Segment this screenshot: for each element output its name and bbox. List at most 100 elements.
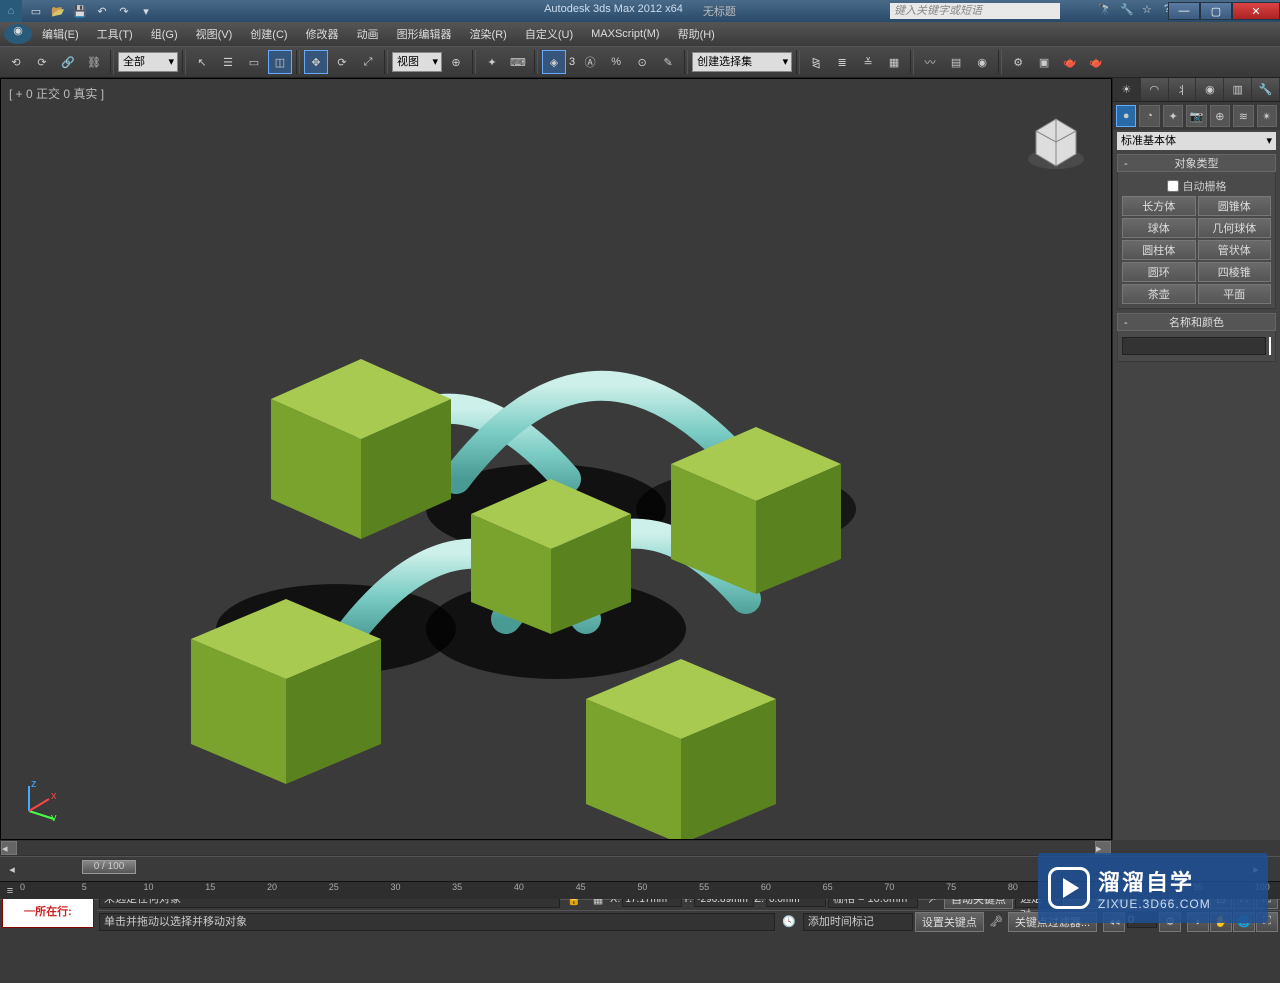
tab-create[interactable]: ☀ [1113, 78, 1141, 101]
scroll-left-button[interactable]: ◂ [1, 841, 17, 855]
subtab-cameras[interactable]: 📷 [1186, 105, 1206, 127]
rollout-head-namecolor[interactable]: 名称和颜色 [1117, 313, 1276, 331]
rendered-frame-button[interactable]: ▣ [1032, 50, 1056, 74]
redo-icon[interactable]: ↷ [116, 3, 132, 19]
object-color-swatch[interactable] [1269, 337, 1271, 355]
key-mode-icon[interactable]: 🗝 [984, 910, 1008, 934]
tab-motion[interactable]: ◉ [1196, 78, 1224, 101]
align-button[interactable]: ≣ [830, 50, 854, 74]
spinner-snap-button[interactable]: ⊙ [630, 50, 654, 74]
save-icon[interactable]: 💾 [72, 3, 88, 19]
menu-create[interactable]: 创建(C) [242, 23, 295, 45]
keyboard-shortcut-button[interactable]: ⌨ [506, 50, 530, 74]
use-pivot-center-button[interactable]: ⊕ [444, 50, 468, 74]
subtab-spacewarps[interactable]: ≋ [1233, 105, 1253, 127]
select-and-rotate-button[interactable]: ⟳ [330, 50, 354, 74]
select-and-move-button[interactable]: ✥ [304, 50, 328, 74]
menu-modifiers[interactable]: 修改器 [298, 23, 347, 45]
autogrid-checkbox[interactable] [1167, 180, 1179, 192]
material-editor-button[interactable]: ◉ [970, 50, 994, 74]
menu-tools[interactable]: 工具(T) [89, 23, 141, 45]
subtab-helpers[interactable]: ⊕ [1210, 105, 1230, 127]
snap-toggle-button[interactable]: ◈ [542, 50, 566, 74]
selection-filter-dropdown[interactable]: 全部 [118, 52, 178, 72]
prim-teapot[interactable]: 茶壶 [1122, 284, 1196, 304]
menu-edit[interactable]: 编辑(E) [34, 23, 87, 45]
layer-manager-button[interactable]: ≚ [856, 50, 880, 74]
select-rectangle-button[interactable]: ▭ [242, 50, 266, 74]
menu-grapheditors[interactable]: 图形编辑器 [389, 23, 460, 45]
percent-snap-button[interactable]: % [604, 50, 628, 74]
menu-rendering[interactable]: 渲染(R) [462, 23, 515, 45]
subtab-geometry[interactable]: ● [1116, 105, 1136, 127]
graphite-button[interactable]: ▦ [882, 50, 906, 74]
app-icon[interactable]: ⌂ [0, 0, 22, 22]
angle-snap-button[interactable]: Ⓐ [578, 50, 602, 74]
prim-geosphere[interactable]: 几何球体 [1198, 218, 1272, 238]
menu-maxscript[interactable]: MAXScript(M) [583, 25, 667, 43]
prim-pyramid[interactable]: 四棱锥 [1198, 262, 1272, 282]
tab-utilities[interactable]: 🔧 [1252, 78, 1280, 101]
viewport-scrollbar-h[interactable]: ◂ ▸ [0, 840, 1112, 856]
menu-animation[interactable]: 动画 [349, 23, 387, 45]
doc-name: 无标题 [703, 3, 736, 19]
curve-editor-button[interactable]: 〰 [918, 50, 942, 74]
category-dropdown[interactable]: 标准基本体 [1117, 132, 1276, 150]
add-time-tag[interactable]: 添加时间标记 [803, 913, 913, 931]
prim-cylinder[interactable]: 圆柱体 [1122, 240, 1196, 260]
tab-display[interactable]: ▥ [1224, 78, 1252, 101]
prim-plane[interactable]: 平面 [1198, 284, 1272, 304]
object-name-input[interactable] [1122, 337, 1266, 355]
unlink-button[interactable]: ⛓ [82, 50, 106, 74]
mirror-button[interactable]: ⧎ [804, 50, 828, 74]
close-button[interactable]: ✕ [1232, 2, 1280, 20]
star-icon[interactable]: ☆ [1142, 3, 1158, 19]
subtab-lights[interactable]: ✦ [1163, 105, 1183, 127]
select-and-scale-button[interactable]: ⤢ [356, 50, 380, 74]
subtab-shapes[interactable]: ◔ [1139, 105, 1159, 127]
qat-dropdown-icon[interactable]: ▾ [138, 3, 154, 19]
subtab-systems[interactable]: ✴ [1257, 105, 1277, 127]
render-iterative-button[interactable]: 🫖 [1084, 50, 1108, 74]
link-button[interactable]: 🔗 [56, 50, 80, 74]
redo-button[interactable]: ⟳ [30, 50, 54, 74]
binoculars-icon[interactable]: 🔭 [1098, 3, 1114, 19]
menu-group[interactable]: 组(G) [143, 23, 186, 45]
prim-torus[interactable]: 圆环 [1122, 262, 1196, 282]
select-by-name-button[interactable]: ☰ [216, 50, 240, 74]
viewport[interactable]: [ + 0 正交 0 真实 ] [0, 78, 1112, 840]
key-icon[interactable]: 🔧 [1120, 3, 1136, 19]
rollout-head-objtype[interactable]: 对象类型 [1117, 154, 1276, 172]
menu-customize[interactable]: 自定义(U) [517, 23, 581, 45]
tab-modify[interactable]: ◠ [1141, 78, 1169, 101]
minimize-button[interactable]: — [1168, 2, 1200, 20]
select-and-manipulate-button[interactable]: ✦ [480, 50, 504, 74]
time-slider-thumb[interactable]: 0 / 100 [82, 860, 136, 874]
reference-coord-dropdown[interactable]: 视图 [392, 52, 442, 72]
prim-cone[interactable]: 圆锥体 [1198, 196, 1272, 216]
render-production-button[interactable]: 🫖 [1058, 50, 1082, 74]
tab-hierarchy[interactable]: ⺦ [1169, 78, 1197, 101]
edit-named-selection-button[interactable]: ✎ [656, 50, 680, 74]
undo-button[interactable]: ⟲ [4, 50, 28, 74]
maximize-button[interactable]: ▢ [1200, 2, 1232, 20]
undo-icon[interactable]: ↶ [94, 3, 110, 19]
trackbar-toggle-icon[interactable]: ≡ [0, 882, 20, 899]
prim-box[interactable]: 长方体 [1122, 196, 1196, 216]
new-icon[interactable]: ▭ [28, 3, 44, 19]
render-setup-button[interactable]: ⚙ [1006, 50, 1030, 74]
prim-tube[interactable]: 管状体 [1198, 240, 1272, 260]
setkey-button[interactable]: 设置关键点 [915, 912, 984, 932]
search-input[interactable]: 键入关键字或短语 [890, 3, 1060, 19]
menu-views[interactable]: 视图(V) [188, 23, 241, 45]
select-object-button[interactable]: ↖ [190, 50, 214, 74]
open-icon[interactable]: 📂 [50, 3, 66, 19]
timeslider-prev-icon[interactable]: ◂ [0, 857, 24, 881]
app-menu-button[interactable]: ◉ [4, 24, 32, 44]
time-tag-icon[interactable]: 🕓 [777, 910, 801, 934]
prim-sphere[interactable]: 球体 [1122, 218, 1196, 238]
schematic-view-button[interactable]: ▤ [944, 50, 968, 74]
window-crossing-button[interactable]: ◫ [268, 50, 292, 74]
menu-help[interactable]: 帮助(H) [670, 23, 723, 45]
named-selection-dropdown[interactable]: 创建选择集 [692, 52, 792, 72]
